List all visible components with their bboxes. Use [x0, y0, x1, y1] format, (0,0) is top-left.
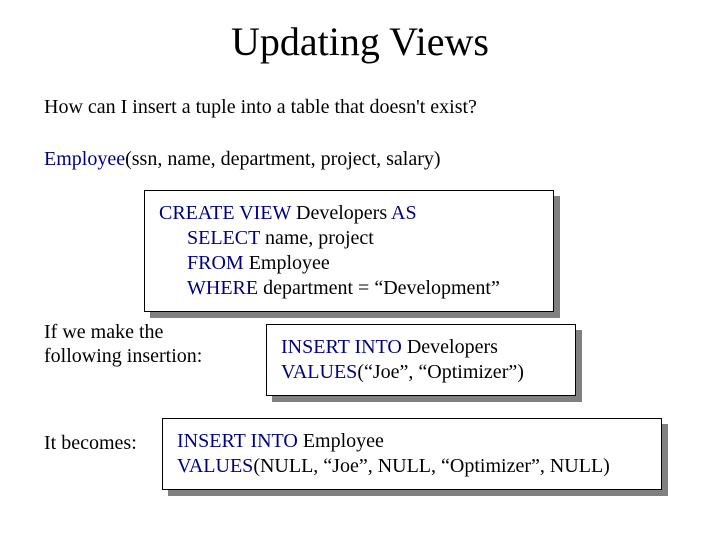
kw-values-1: VALUES [281, 361, 357, 383]
kw-insert-into-2: INSERT INTO [177, 430, 298, 452]
kw-insert-into-1: INSERT INTO [281, 336, 402, 358]
sql-box-create-view: CREATE VIEW Developers AS SELECT name, p… [144, 190, 554, 312]
txt-where-cond: department = “Development” [258, 277, 500, 299]
intro-text: How can I insert a tuple into a table th… [44, 96, 477, 119]
sql-box-insert-developers: INSERT INTO Developers VALUES(“Joe”, “Op… [266, 324, 576, 396]
kw-select: SELECT [187, 227, 260, 249]
schema-line: Employee(ssn, name, department, project,… [44, 148, 441, 171]
txt-values-2: (NULL, “Joe”, NULL, “Optimizer”, NULL) [253, 455, 610, 477]
slide-title: Updating Views [0, 18, 720, 65]
line-where: WHERE department = “Development” [159, 276, 539, 301]
kw-values-2: VALUES [177, 455, 253, 477]
txt-insert-target-1: Developers [402, 336, 498, 358]
txt-select-cols: name, project [260, 227, 374, 249]
kw-as: AS [391, 202, 417, 224]
schema-relation: Employee [44, 148, 125, 170]
label-if-insertion: If we make the following insertion: [44, 320, 234, 368]
txt-view-name: Developers [291, 202, 391, 224]
slide: Updating Views How can I insert a tuple … [0, 0, 720, 540]
kw-where: WHERE [187, 277, 258, 299]
txt-insert-target-2: Employee [298, 430, 384, 452]
kw-from: FROM [187, 252, 244, 274]
txt-values-1: (“Joe”, “Optimizer”) [357, 361, 524, 383]
kw-create-view: CREATE VIEW [159, 202, 291, 224]
sql-box-insert-employee: INSERT INTO Employee VALUES(NULL, “Joe”,… [162, 418, 662, 490]
line-select: SELECT name, project [159, 226, 539, 251]
schema-attrs: (ssn, name, department, project, salary) [125, 148, 440, 170]
line-from: FROM Employee [159, 251, 539, 276]
label-it-becomes: It becomes: [44, 432, 137, 455]
txt-from-table: Employee [244, 252, 330, 274]
